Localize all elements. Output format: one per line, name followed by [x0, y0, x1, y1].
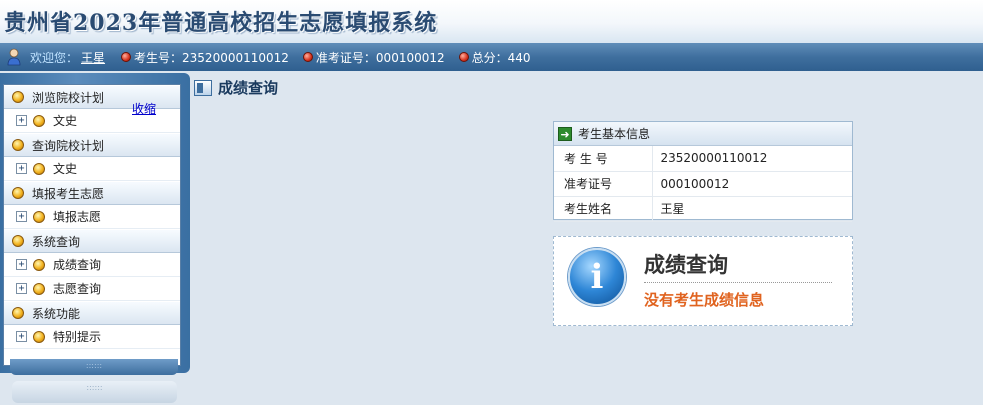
page-heading: 成绩查询: [194, 77, 278, 98]
bulb-icon: [12, 307, 24, 319]
student-info-title: 考生基本信息: [578, 127, 651, 141]
app-header: 贵州省2023年普通高校招生志愿填报系统: [0, 0, 983, 43]
menu-group-label: 浏览院校计划: [32, 90, 105, 105]
ticket-number-text: 准考证号：000100012: [315, 50, 445, 65]
menu-item-label: 文史: [53, 162, 78, 176]
arrow-right-icon: ➜: [558, 126, 572, 141]
info-key: 考生姓名: [554, 196, 653, 222]
bulb-icon: [33, 210, 45, 223]
info-key: 准考证号: [554, 171, 653, 197]
table-row: 准考证号 000100012: [554, 171, 852, 197]
bulb-icon: [12, 187, 24, 199]
sidebar-bottom-grip[interactable]: ::::::: [12, 381, 177, 403]
menu-group-label: 系统查询: [32, 234, 81, 249]
bulb-icon: [33, 258, 45, 271]
welcome-label: 欢迎您：: [30, 50, 79, 65]
sidebar: 浏览院校计划 + 文史 查询院校计划 + 文史 填报考生志愿 + 填报志愿 系统…: [0, 73, 190, 405]
bulb-icon: [12, 235, 24, 247]
expand-icon[interactable]: +: [16, 331, 27, 342]
menu-group-system-functions[interactable]: 系统功能: [4, 301, 180, 325]
student-info-panel: ➜ 考生基本信息 考 生 号 23520000110012 准考证号 00010…: [553, 121, 853, 222]
score-message-panel: i 成绩查询 没有考生成绩信息: [553, 236, 853, 326]
menu-item-label: 成绩查询: [53, 258, 102, 272]
red-dot-icon: [302, 52, 313, 62]
expand-icon[interactable]: +: [16, 115, 27, 126]
message-text: 没有考生成绩信息: [644, 291, 765, 309]
ticket-number: 准考证号：000100012: [302, 49, 445, 66]
menu-group-label: 查询院校计划: [32, 138, 105, 153]
user-icon: [7, 48, 21, 66]
bulb-icon: [33, 282, 45, 295]
menu-item-special-notice[interactable]: + 特别提示: [4, 325, 180, 349]
expand-icon[interactable]: +: [16, 211, 27, 222]
user-name-link[interactable]: 王星: [81, 49, 105, 66]
menu-item-label: 文史: [53, 114, 78, 128]
info-value: 000100012: [652, 171, 852, 197]
menu-group-label: 系统功能: [32, 306, 81, 321]
exam-number-text: 考生号：23520000110012: [134, 50, 289, 65]
menu-item-label: 填报志愿: [53, 210, 102, 224]
info-icon: i: [568, 248, 626, 306]
bulb-icon: [12, 91, 24, 103]
menu-group-fill-preferences[interactable]: 填报考生志愿: [4, 181, 180, 205]
page-icon: [194, 79, 212, 96]
bulb-icon: [12, 139, 24, 151]
total-score: 总分：440: [458, 49, 531, 66]
red-dot-icon: [121, 52, 132, 62]
student-info-header: ➜ 考生基本信息: [554, 122, 852, 146]
bulb-icon: [33, 162, 45, 175]
info-value: 王星: [652, 196, 852, 222]
exam-number: 考生号：23520000110012: [121, 49, 289, 66]
bulb-icon: [33, 330, 45, 343]
message-title: 成绩查询: [644, 249, 832, 283]
menu-item-label: 特别提示: [53, 330, 102, 344]
collapse-sidebar-link[interactable]: 收缩: [132, 100, 156, 117]
page-title: 成绩查询: [218, 79, 279, 97]
table-row: 考生姓名 王星: [554, 196, 852, 222]
total-score-text: 总分：440: [471, 50, 531, 65]
menu-item-preference-query[interactable]: + 志愿查询: [4, 277, 180, 301]
app-title: 贵州省2023年普通高校招生志愿填报系统: [4, 10, 438, 36]
menu-group-system-query[interactable]: 系统查询: [4, 229, 180, 253]
expand-icon[interactable]: +: [16, 283, 27, 294]
menu-group-label: 填报考生志愿: [32, 186, 105, 201]
info-key: 考 生 号: [554, 146, 653, 172]
menu-item-fill-preference[interactable]: + 填报志愿: [4, 205, 180, 229]
expand-icon[interactable]: +: [16, 163, 27, 174]
sidebar-menu: 浏览院校计划 + 文史 查询院校计划 + 文史 填报考生志愿 + 填报志愿 系统…: [3, 84, 181, 366]
expand-icon[interactable]: +: [16, 259, 27, 270]
menu-group-query-plans[interactable]: 查询院校计划: [4, 133, 180, 157]
student-info-table: 考 生 号 23520000110012 准考证号 000100012 考生姓名…: [554, 146, 852, 222]
sidebar-resize-grip[interactable]: ::::::: [10, 359, 178, 375]
bulb-icon: [33, 114, 45, 127]
info-value: 23520000110012: [652, 146, 852, 172]
menu-item-query-liberal-arts[interactable]: + 文史: [4, 157, 180, 181]
red-dot-icon: [458, 52, 469, 62]
table-row: 考 生 号 23520000110012: [554, 146, 852, 172]
user-info-bar: 欢迎您： 王星 考生号：23520000110012 准考证号：00010001…: [0, 43, 983, 71]
menu-item-score-query[interactable]: + 成绩查询: [4, 253, 180, 277]
menu-item-label: 志愿查询: [53, 282, 102, 296]
